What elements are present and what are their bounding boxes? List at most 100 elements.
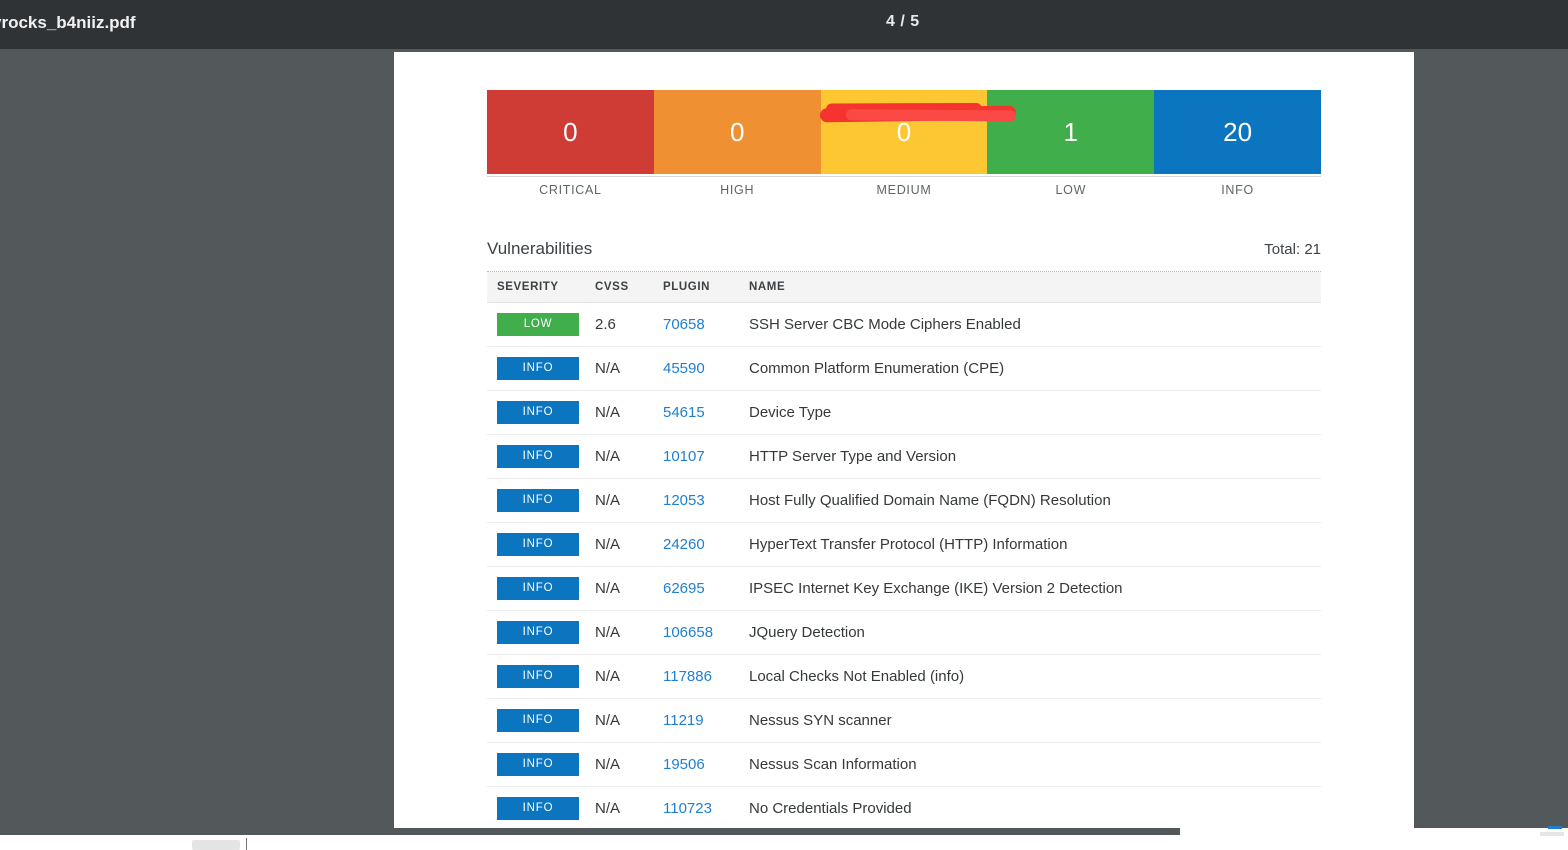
- redaction-mark-icon: [819, 105, 1017, 123]
- plugin-link[interactable]: 10107: [663, 448, 749, 465]
- cell-cvss: N/A: [595, 448, 621, 465]
- severity-count-info: 20: [1223, 117, 1253, 147]
- cell-severity: INFO: [487, 357, 595, 380]
- table-row[interactable]: INFO N/A 106658 JQuery Detection: [487, 611, 1321, 655]
- cell-cvss: N/A: [595, 668, 621, 685]
- cell-name: Common Platform Enumeration (CPE): [749, 360, 1005, 377]
- vulnerabilities-total: Total: 21: [1264, 241, 1321, 258]
- status-badge: INFO: [497, 533, 579, 556]
- severity-count-high: 0: [729, 117, 745, 147]
- cell-severity: INFO: [487, 621, 595, 644]
- severity-count-low: 1: [1063, 117, 1079, 147]
- pdf-viewer-canvas[interactable]: 0 0 0 1 20 CRITICAL HIGH MEDIUM LOW INFO…: [0, 49, 1568, 828]
- report-title-area: [394, 60, 1414, 94]
- status-badge: INFO: [497, 753, 579, 776]
- cell-name: HTTP Server Type and Version: [749, 448, 957, 465]
- severity-label-info: INFO: [1221, 183, 1254, 197]
- plugin-link[interactable]: 110723: [663, 800, 749, 817]
- table-row[interactable]: INFO N/A 54615 Device Type: [487, 391, 1321, 435]
- severity-label-low: LOW: [1055, 183, 1087, 197]
- status-badge: INFO: [497, 621, 579, 644]
- severity-label-medium: MEDIUM: [876, 183, 932, 197]
- severity-cell-low: 1: [987, 90, 1155, 174]
- total-value: 21: [1304, 241, 1321, 258]
- cell-severity: INFO: [487, 489, 595, 512]
- cell-name: HyperText Transfer Protocol (HTTP) Infor…: [749, 536, 1068, 553]
- cell-cvss: N/A: [595, 404, 621, 421]
- plugin-link[interactable]: 12053: [663, 492, 749, 509]
- plugin-link[interactable]: 62695: [663, 580, 749, 597]
- status-badge: INFO: [497, 709, 579, 732]
- severity-count-critical: 0: [563, 117, 578, 147]
- page-indicator: 4 / 5: [886, 13, 920, 30]
- cell-severity: INFO: [487, 533, 595, 556]
- vulnerabilities-header: Vulnerabilities Total: 21: [487, 239, 1321, 267]
- cell-cvss: N/A: [595, 624, 621, 641]
- severity-cell-info: 20: [1154, 90, 1321, 174]
- table-row[interactable]: INFO N/A 10107 HTTP Server Type and Version: [487, 435, 1321, 479]
- vulnerabilities-table: SEVERITY CVSS PLUGIN NAME LOW 2.6 70658 SSH…: [487, 271, 1321, 828]
- table-row[interactable]: INFO N/A 62695 IPSEC Internet Key Exchange …: [487, 567, 1321, 611]
- cell-cvss: N/A: [595, 580, 621, 597]
- cell-name: Host Fully Qualified Domain Name (FQDN) …: [749, 492, 1111, 509]
- scrollbar-track[interactable]: [1540, 832, 1564, 836]
- table-row[interactable]: INFO N/A 19506 Nessus Scan Information: [487, 743, 1321, 787]
- plugin-link[interactable]: 11219: [663, 712, 749, 729]
- cell-name: Nessus SYN scanner: [749, 712, 892, 729]
- cell-name: Local Checks Not Enabled (info): [749, 668, 965, 685]
- cell-severity: INFO: [487, 401, 595, 424]
- pdf-viewer-toolbar: yrocks_b4niiz.pdf 4 / 5: [0, 0, 1568, 49]
- status-badge: INFO: [497, 577, 579, 600]
- column-header-name: NAME: [749, 281, 786, 293]
- cell-severity: INFO: [487, 753, 595, 776]
- cell-name: IPSEC Internet Key Exchange (IKE) Versio…: [749, 580, 1123, 597]
- cell-cvss: N/A: [595, 756, 621, 773]
- status-badge: INFO: [497, 357, 579, 380]
- severity-count-medium: 0: [896, 117, 912, 147]
- cell-cvss: N/A: [595, 492, 621, 509]
- plugin-link[interactable]: 106658: [663, 624, 749, 641]
- plugin-link[interactable]: 45590: [663, 360, 749, 377]
- plugin-link[interactable]: 24260: [663, 536, 749, 553]
- cell-name: Nessus Scan Information: [749, 756, 917, 773]
- pdf-page-4: 0 0 0 1 20 CRITICAL HIGH MEDIUM LOW INFO…: [394, 52, 1414, 828]
- plugin-link[interactable]: 70658: [663, 316, 749, 333]
- text-caret: [246, 838, 247, 850]
- status-badge: INFO: [497, 401, 579, 424]
- table-row[interactable]: INFO N/A 12053 Host Fully Qualified Domain …: [487, 479, 1321, 523]
- total-label: Total:: [1264, 241, 1301, 258]
- status-badge: INFO: [497, 489, 579, 512]
- severity-label-high: HIGH: [720, 183, 755, 197]
- viewer-bottom-strip: [0, 828, 1180, 835]
- cell-cvss: N/A: [595, 536, 621, 553]
- table-row[interactable]: INFO N/A 11219 Nessus SYN scanner: [487, 699, 1321, 743]
- page-bottom-white-strip: [1180, 828, 1568, 835]
- status-badge: INFO: [497, 797, 579, 820]
- cell-name: Device Type: [749, 404, 832, 421]
- cell-severity: INFO: [487, 445, 595, 468]
- table-row[interactable]: INFO N/A 24260 HyperText Transfer Protocol …: [487, 523, 1321, 567]
- status-badge: INFO: [497, 445, 579, 468]
- table-row[interactable]: LOW 2.6 70658 SSH Server CBC Mode Ciphers E…: [487, 303, 1321, 347]
- table-row[interactable]: INFO N/A 45590 Common Platform Enumeration …: [487, 347, 1321, 391]
- taskbar-chip[interactable]: [192, 840, 240, 850]
- table-body: LOW 2.6 70658 SSH Server CBC Mode Ciphers E…: [487, 303, 1321, 828]
- column-header-plugin: PLUGIN: [663, 281, 711, 293]
- severity-label-critical: CRITICAL: [539, 183, 602, 197]
- table-row[interactable]: INFO N/A 110723 No Credentials Provided: [487, 787, 1321, 828]
- cell-cvss: 2.6: [595, 316, 616, 333]
- scrollbar-thumb-marker[interactable]: [1548, 826, 1562, 829]
- plugin-link[interactable]: 54615: [663, 404, 749, 421]
- pdf-file-name: yrocks_b4niiz.pdf: [0, 13, 136, 32]
- cell-severity: INFO: [487, 797, 595, 820]
- cell-name: SSH Server CBC Mode Ciphers Enabled: [749, 316, 1021, 333]
- table-row[interactable]: INFO N/A 117886 Local Checks Not Enabled (i…: [487, 655, 1321, 699]
- status-badge: INFO: [497, 665, 579, 688]
- plugin-link[interactable]: 117886: [663, 668, 749, 685]
- cell-cvss: N/A: [595, 360, 621, 377]
- severity-cell-high: 0: [653, 90, 821, 174]
- viewer-left-gutter: [0, 49, 394, 828]
- severity-label-row: CRITICAL HIGH MEDIUM LOW INFO: [487, 176, 1321, 197]
- table-header-row: SEVERITY CVSS PLUGIN NAME: [487, 272, 1321, 303]
- plugin-link[interactable]: 19506: [663, 756, 749, 773]
